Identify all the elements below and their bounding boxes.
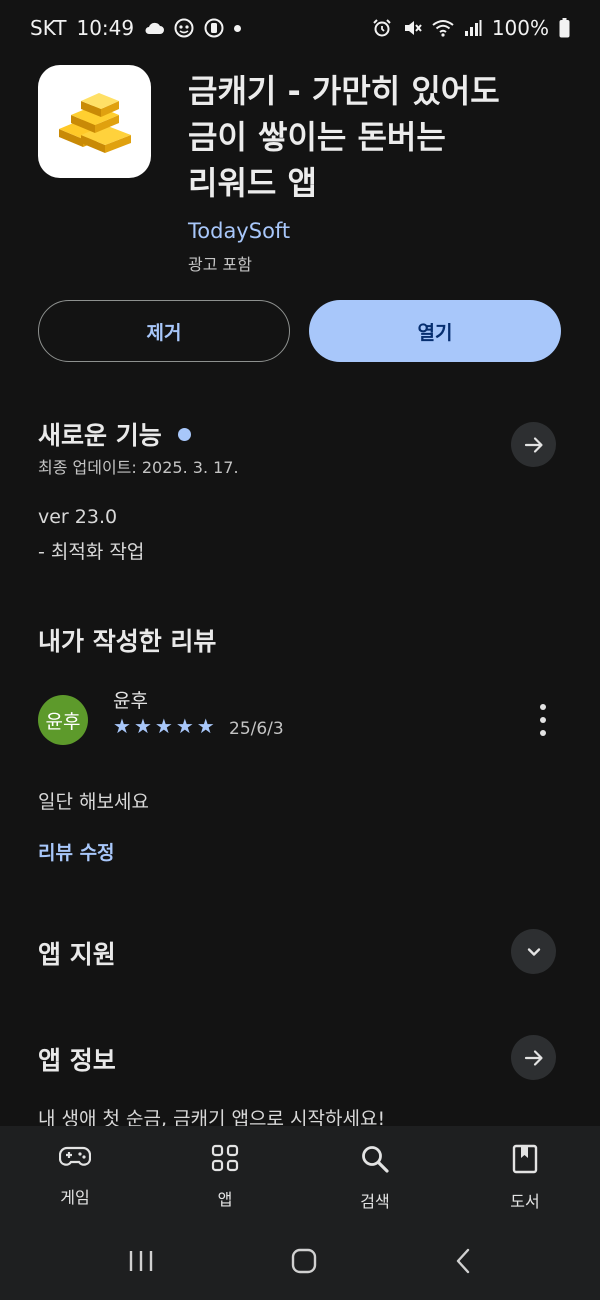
battery-percent: 100%	[491, 16, 549, 40]
app-title: 금캐기 - 가만히 있어도 금이 쌓이는 돈버는 리워드 앱	[188, 68, 568, 206]
star-icon: ★	[133, 714, 152, 738]
face-icon	[174, 18, 194, 38]
review-text: 일단 해보세요	[38, 791, 149, 813]
apps-grid-icon	[211, 1144, 239, 1172]
more-notifications-dot	[234, 24, 242, 32]
nav-label: 앱	[217, 1190, 233, 1209]
star-icon: ★	[196, 714, 215, 738]
cloud-icon	[144, 21, 165, 35]
app-info-arrow-button[interactable]	[511, 1035, 556, 1080]
app-title-line: 금캐기 - 가만히 있어도	[188, 72, 500, 110]
version-text: ver 23.0	[38, 506, 118, 528]
nav-label: 게임	[60, 1188, 90, 1207]
bottom-nav: 게임 앱 검색 도서	[0, 1126, 600, 1226]
search-icon	[362, 1146, 389, 1173]
app-title-line: 리워드 앱	[188, 164, 317, 202]
home-icon[interactable]	[290, 1247, 318, 1279]
status-bar: SKT 10:49 100%	[0, 0, 600, 56]
open-button[interactable]: 열기	[309, 300, 561, 362]
nav-item-games[interactable]: 게임	[0, 1126, 150, 1226]
star-icon: ★	[113, 714, 131, 738]
nav-label: 도서	[510, 1192, 540, 1211]
system-navigation	[0, 1226, 600, 1300]
gamepad-icon	[59, 1146, 91, 1166]
more-options-icon[interactable]	[532, 704, 554, 736]
release-notes: - 최적화 작업	[38, 541, 145, 563]
carrier-label: SKT	[30, 16, 67, 40]
app-support-title[interactable]: 앱 지원	[38, 935, 116, 971]
app-title-line: 금이 쌓이는 돈버는	[188, 118, 446, 156]
reviewer-name: 윤후	[113, 690, 148, 712]
edit-review-link[interactable]: 리뷰 수정	[38, 838, 115, 865]
remove-button[interactable]: 제거	[38, 300, 290, 362]
ads-note: 광고 포함	[188, 255, 252, 274]
battery-icon	[559, 18, 570, 38]
nav-label: 검색	[360, 1192, 390, 1211]
alarm-icon	[372, 18, 392, 38]
arrow-right-icon	[524, 436, 543, 453]
arrow-right-icon	[524, 1049, 543, 1066]
my-review-title: 내가 작성한 리뷰	[38, 627, 217, 656]
last-updated: 최종 업데이트: 2025. 3. 17.	[38, 458, 239, 477]
app-info-title: 앱 정보	[38, 1046, 116, 1075]
back-icon[interactable]	[453, 1247, 473, 1279]
mute-icon	[402, 18, 422, 38]
star-rating: ★ ★ ★ ★ ★	[113, 714, 215, 738]
whats-new-heading: 새로운 기능	[38, 416, 191, 452]
new-indicator-dot	[177, 427, 191, 441]
whats-new-arrow-button[interactable]	[511, 422, 556, 467]
developer-link[interactable]: TodaySoft	[188, 219, 290, 243]
chevron-down-icon	[527, 947, 540, 956]
signal-icon	[464, 19, 482, 37]
notification-icon	[204, 18, 224, 38]
gold-bars-icon	[58, 92, 131, 153]
clock: 10:49	[76, 16, 135, 40]
whats-new-title: 새로운 기능	[38, 421, 162, 450]
avatar: 윤후	[38, 695, 88, 745]
app-support-expand-button[interactable]	[511, 929, 556, 974]
recent-apps-icon[interactable]	[127, 1249, 155, 1277]
book-icon	[512, 1144, 538, 1174]
nav-item-apps[interactable]: 앱	[150, 1126, 300, 1226]
star-icon: ★	[154, 714, 173, 738]
app-icon	[38, 65, 151, 178]
wifi-icon	[432, 19, 454, 37]
review-date: 25/6/3	[229, 719, 284, 739]
star-icon: ★	[175, 714, 194, 738]
nav-item-search[interactable]: 검색	[300, 1126, 450, 1226]
nav-item-books[interactable]: 도서	[450, 1126, 600, 1226]
